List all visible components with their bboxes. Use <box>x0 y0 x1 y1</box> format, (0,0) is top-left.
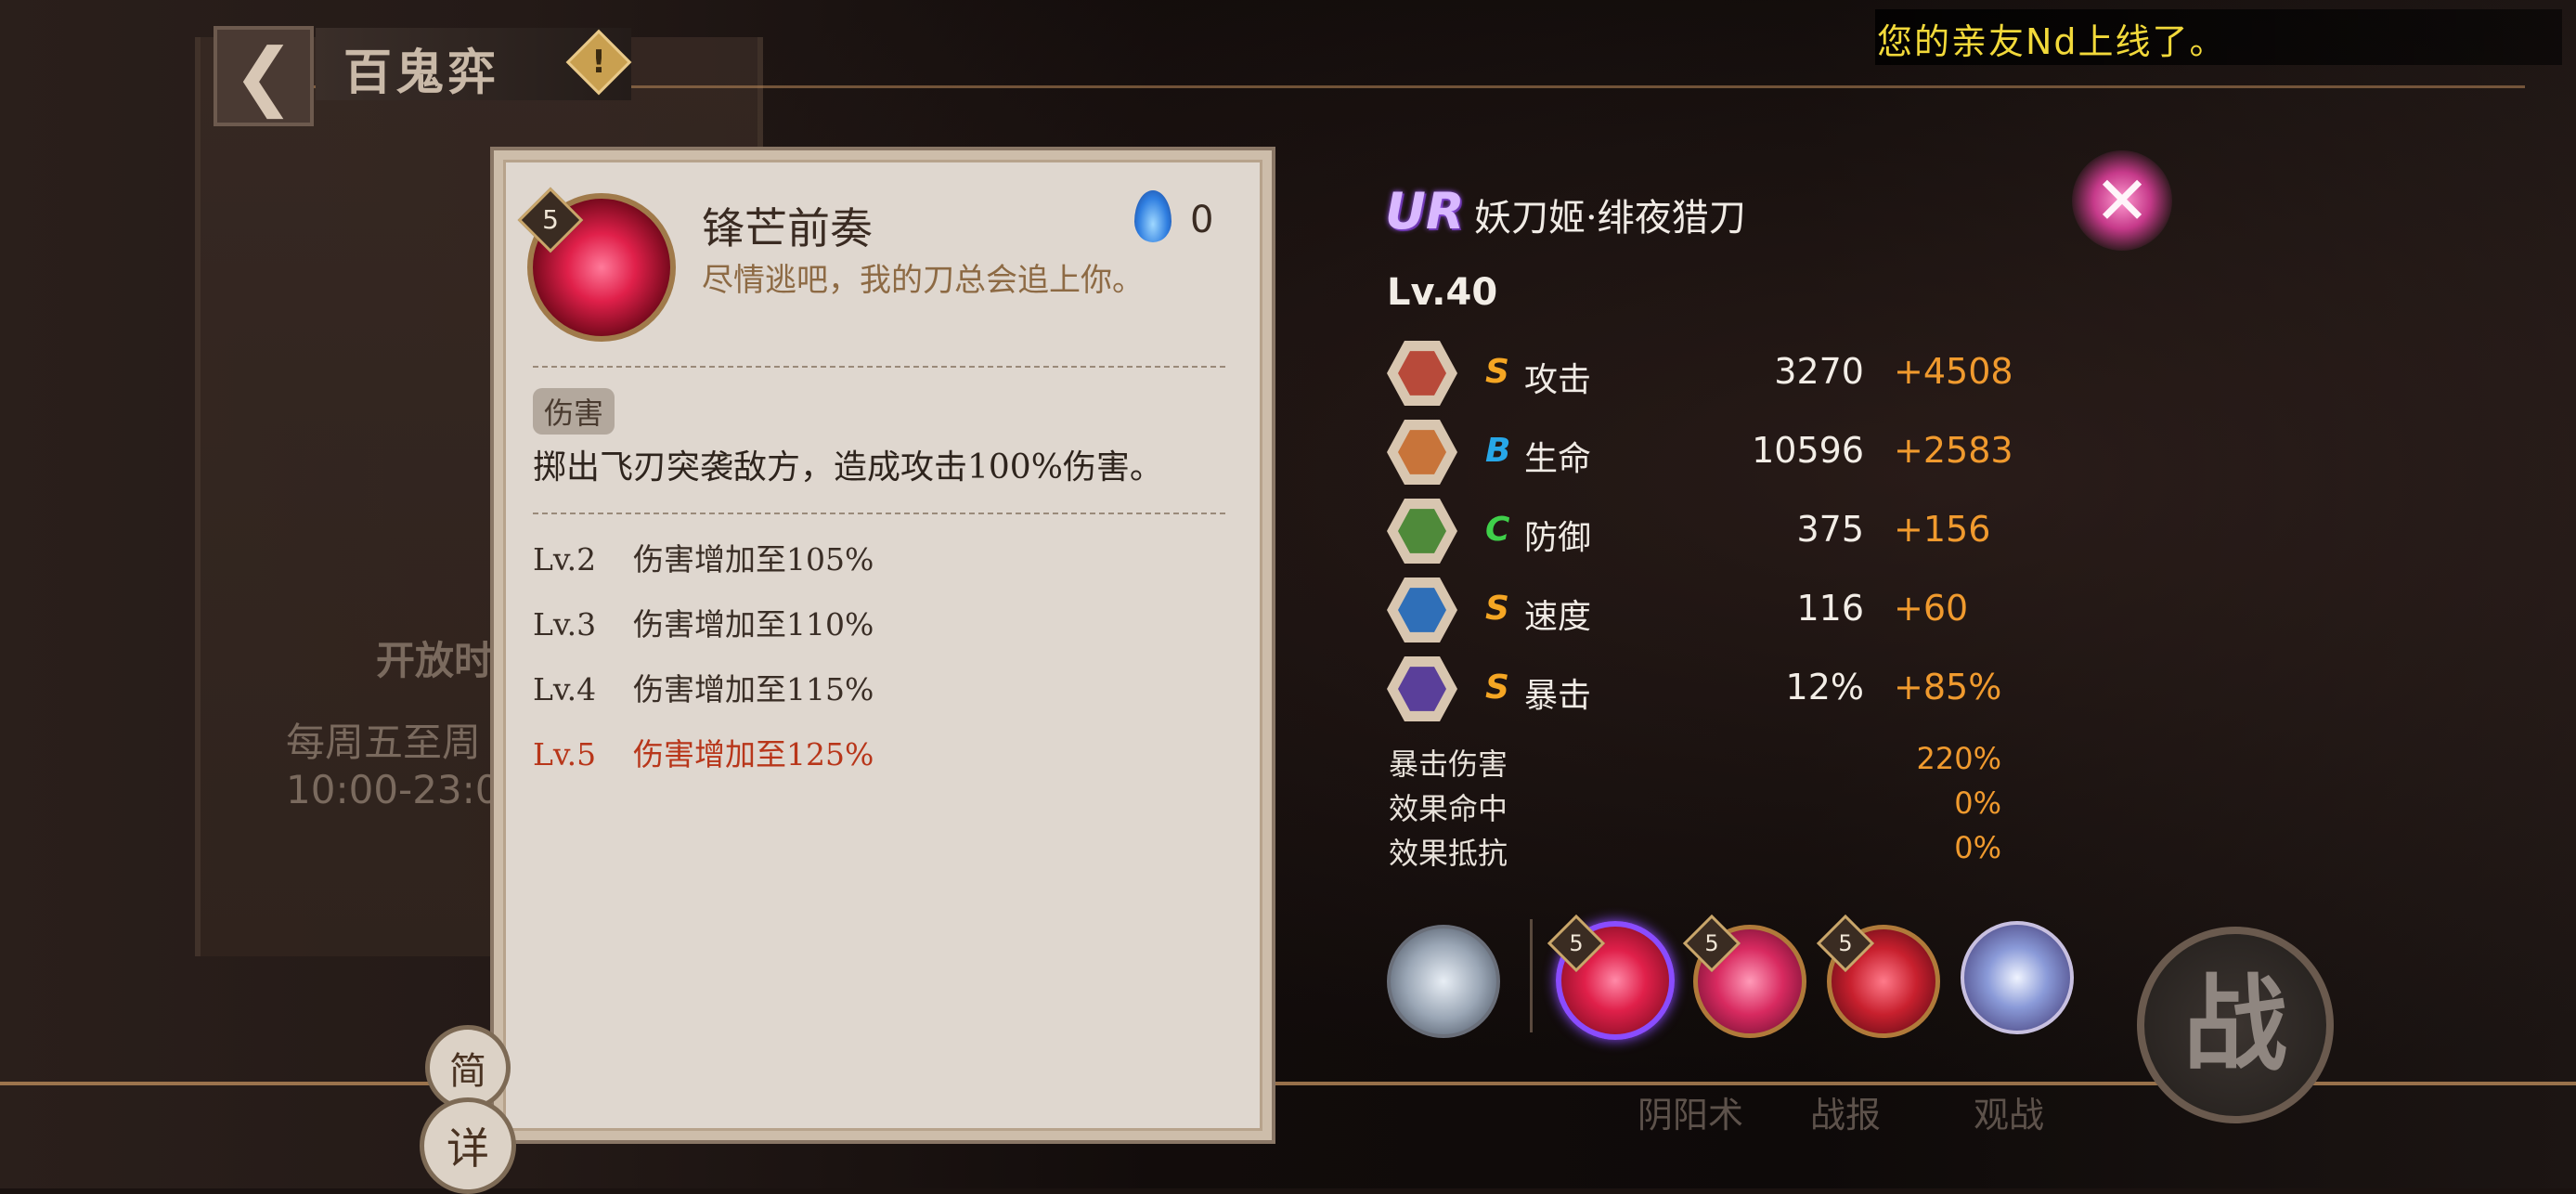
back-arrow-icon: ❮ <box>232 32 295 119</box>
upgrade-row: Lv.4 伤害增加至115% <box>533 665 874 709</box>
stat-base: 375 <box>1796 509 1864 550</box>
upgrade-level: Lv.5 <box>533 736 597 772</box>
upgrade-row: Lv.2 伤害增加至105% <box>533 535 874 579</box>
back-button[interactable]: ❮ <box>214 26 314 126</box>
stat-base: 12% <box>1785 667 1864 707</box>
open-time-label: 开放时 <box>376 638 494 683</box>
upgrade-text: 伤害增加至110% <box>633 606 874 642</box>
stat-grade: C <box>1485 511 1510 549</box>
sub-stat-value: 0% <box>1954 830 2001 865</box>
stat-grade: S <box>1485 668 1509 707</box>
skill-name: 锋芒前奏 <box>702 203 873 253</box>
upgrade-level: Lv.2 <box>533 541 597 578</box>
stat-base: 10596 <box>1752 430 1864 471</box>
card-divider <box>533 513 1225 514</box>
friend-notice-text: 您的亲友Nd上线了。 <box>1877 21 2227 62</box>
battle-report-label[interactable]: 战报 <box>1810 1086 1881 1137</box>
close-button[interactable]: ✕ <box>2072 150 2172 251</box>
skill-quote: 尽情逃吧，我的刀总会追上你。 <box>702 262 1144 299</box>
stat-bonus: +60 <box>1894 588 1969 629</box>
skill-separator <box>1530 919 1533 1032</box>
upgrade-row: Lv.3 伤害增加至110% <box>533 600 874 644</box>
close-icon: ✕ <box>2093 162 2151 240</box>
onmyodo-label[interactable]: 阴阳术 <box>1638 1086 1743 1137</box>
sub-stat-value: 0% <box>1954 785 2001 821</box>
schedule-line-1: 每周五至周 <box>286 720 482 765</box>
character-level: Lv.40 <box>1387 271 1498 314</box>
upgrade-level: Lv.3 <box>533 606 597 642</box>
schedule-line-2: 10:00-23:0 <box>286 767 500 812</box>
stat-grade: B <box>1485 432 1511 470</box>
stat-bonus: +85% <box>1894 667 2002 707</box>
upgrade-text: 伤害增加至115% <box>633 671 874 707</box>
skill-cost: 0 <box>1190 199 1214 241</box>
stat-bonus: +2583 <box>1894 430 2013 471</box>
upgrade-level: Lv.4 <box>533 671 597 707</box>
top-divider <box>297 85 2525 88</box>
stat-name: 速度 <box>1524 598 1592 636</box>
page-title: 百鬼弈 <box>343 45 500 101</box>
stat-base: 116 <box>1796 588 1864 629</box>
rarity-badge: UR <box>1385 182 1465 240</box>
stat-grade: S <box>1485 590 1509 628</box>
upgrade-row-current: Lv.5 伤害增加至125% <box>533 730 874 774</box>
crit-icon <box>1387 654 1457 724</box>
skill-description: 掷出飞刃突袭敌方，造成攻击100%伤害。 <box>533 448 1163 487</box>
spectate-label[interactable]: 观战 <box>1974 1086 2044 1137</box>
upgrade-text: 伤害增加至105% <box>633 541 874 578</box>
sub-stat-name: 暴击伤害 <box>1389 746 1508 782</box>
sub-stat-value: 220% <box>1916 741 2001 776</box>
stat-bonus: +4508 <box>1894 351 2013 392</box>
stat-name: 攻击 <box>1524 361 1592 399</box>
passive-skill-icon[interactable] <box>1387 925 1500 1038</box>
stat-name: 防御 <box>1524 519 1592 557</box>
attack-icon <box>1387 338 1457 409</box>
info-icon: ! <box>591 44 606 81</box>
sub-stat-name: 效果抵抗 <box>1389 836 1508 871</box>
sub-stat-name: 效果命中 <box>1389 791 1508 826</box>
stat-bonus: +156 <box>1894 509 1991 550</box>
speed-icon <box>1387 575 1457 645</box>
stat-name: 生命 <box>1524 440 1592 478</box>
health-icon <box>1387 417 1457 487</box>
character-name: 妖刀姬·绯夜猎刀 <box>1474 197 1746 240</box>
battle-label: 战 <box>2183 964 2287 1085</box>
card-divider <box>533 366 1225 368</box>
upgrade-text: 伤害增加至125% <box>633 736 874 772</box>
wheel-skill-icon[interactable] <box>1961 921 2074 1034</box>
battle-button[interactable]: 战 <box>2137 927 2334 1123</box>
stat-grade: S <box>1485 353 1509 391</box>
stat-base: 3270 <box>1774 351 1864 392</box>
stat-name: 暴击 <box>1524 677 1592 715</box>
defense-icon <box>1387 496 1457 566</box>
detail-view-button[interactable]: 详 <box>420 1097 516 1194</box>
skill-tag: 伤害 <box>533 388 615 435</box>
